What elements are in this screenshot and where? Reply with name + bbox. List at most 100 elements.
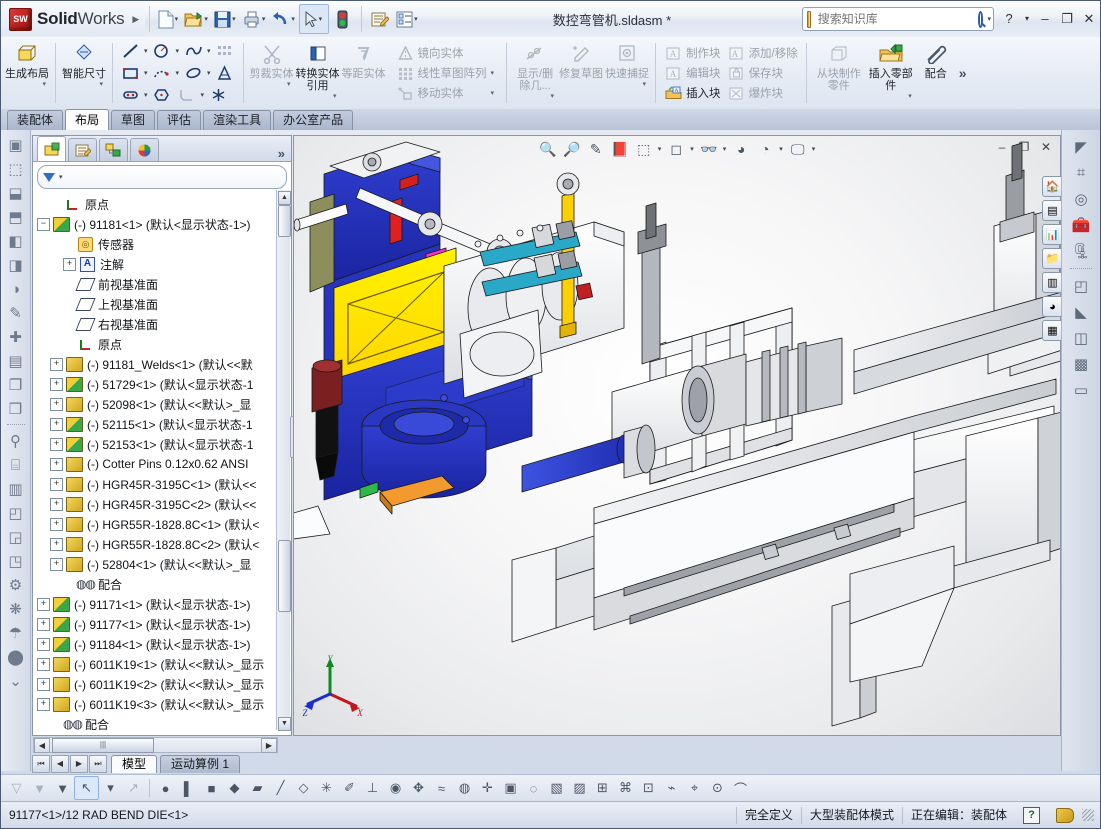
tab-layout[interactable]: 布局	[65, 109, 110, 130]
filter-midpoints-icon[interactable]: ◍	[453, 777, 476, 799]
quick-snaps-dropdown-icon[interactable]: ▾	[639, 80, 651, 88]
tree-node[interactable]: ◍◍ 配合	[33, 574, 278, 594]
filter-notes-icon[interactable]: ▣	[499, 777, 522, 799]
tree-node[interactable]: + (-) HGR45R-3195C<1> (默认<<	[33, 474, 278, 494]
nav-previous-button[interactable]: ◀	[51, 755, 69, 773]
graphics-viewport[interactable]: 🔍 🔎 ✎ 📕 ⬚ ▾ ◻ ▾ 👓 ▾ ◕ ◔ ▾ 🖵 ▾ – ❐ ✕ Y X …	[293, 135, 1061, 736]
insert-components-button[interactable]: 插入零部件 ▾	[866, 39, 916, 108]
trim-entities-button[interactable]: 剪裁实体 ▾	[249, 39, 295, 108]
arc-tool-button[interactable]	[150, 63, 175, 83]
fillet-tool-button[interactable]	[175, 85, 200, 105]
expand-node-icon[interactable]: +	[37, 657, 50, 671]
repair-sketch-button[interactable]: 修复草图	[558, 39, 604, 108]
filter-route-points-icon[interactable]: ⌁	[660, 777, 683, 799]
select-other-icon[interactable]: ↗	[122, 777, 145, 799]
filter-caret-icon[interactable]: ▾	[59, 173, 65, 181]
paste-icon[interactable]: ❒	[4, 397, 28, 421]
expand-node-icon[interactable]: +	[37, 597, 50, 611]
undo-button[interactable]: ▾	[269, 5, 299, 33]
expand-node-icon[interactable]: +	[63, 257, 76, 271]
move-entities-button[interactable]: 移动实体 ▾	[393, 83, 502, 103]
filter-weld-symbols-icon[interactable]: ⌒	[729, 777, 752, 799]
rebuild-button[interactable]	[329, 5, 357, 33]
restore-button[interactable]: ❐	[1056, 9, 1078, 29]
polygon-tool-button[interactable]	[150, 85, 175, 105]
smart-fastener-icon[interactable]: ⌸	[4, 453, 28, 477]
expand-node-icon[interactable]: +	[50, 557, 63, 571]
edit-block-button[interactable]: A 编辑块	[661, 63, 724, 83]
hole-series-icon[interactable]: ⌗	[1068, 160, 1094, 185]
select-pointer-icon[interactable]: ↖	[74, 776, 99, 800]
tab-motion-study[interactable]: 运动算例 1	[160, 755, 241, 773]
tree-node[interactable]: + (-) 91171<1> (默认<显示状态-1>)	[33, 594, 278, 614]
linear-pattern-dropdown-icon[interactable]: ▾	[487, 69, 499, 77]
expand-node-icon[interactable]: +	[37, 637, 50, 651]
offset-entities-button[interactable]: 等距实体	[341, 39, 387, 108]
tree-node[interactable]: + A 注解	[33, 254, 278, 274]
tree-node[interactable]: + (-) HGR55R-1828.8C<2> (默认<	[33, 534, 278, 554]
solidworks-logo[interactable]: SW SolidWorks ▶	[1, 2, 146, 36]
mirror-entities-button[interactable]: 镜向实体	[393, 43, 502, 63]
filter-dimensions-icon[interactable]: ⊥	[361, 777, 384, 799]
bearing-icon[interactable]: ◎	[1068, 186, 1094, 211]
tab-evaluate[interactable]: 评估	[157, 110, 202, 130]
select-dropdown-caret[interactable]: ▾	[99, 777, 122, 799]
feature-tree-filter[interactable]: ▾	[37, 165, 287, 189]
custom-props-icon[interactable]: ▦	[1042, 320, 1063, 341]
expand-node-icon[interactable]: +	[50, 457, 63, 471]
mold-icon[interactable]: ◲	[4, 525, 28, 549]
tree-node[interactable]: − (-) 91181<1> (默认<显示状态-1>)	[33, 214, 278, 234]
filter-connection-points-icon[interactable]: ⌖	[683, 777, 706, 799]
customize-button[interactable]: ▾	[394, 5, 422, 33]
search-caret-icon[interactable]: ▾	[987, 15, 993, 23]
display-delete-relations-button[interactable]: 显示/删除几... ▾	[512, 39, 558, 108]
relations-dropdown-icon[interactable]: ▾	[547, 92, 559, 100]
tab-sketch[interactable]: 草图	[111, 110, 156, 130]
open-document-button[interactable]: ▾	[182, 5, 212, 33]
hscroll-left-icon[interactable]: ◀	[34, 737, 50, 753]
home-icon[interactable]: 🏠	[1042, 176, 1063, 197]
tab-office-products[interactable]: 办公室产品	[273, 110, 354, 130]
surface-icon[interactable]: ◳	[4, 549, 28, 573]
section-view-icon[interactable]: ◑	[4, 277, 28, 301]
expand-node-icon[interactable]: +	[50, 417, 63, 431]
tree-node[interactable]: ◎ 传感器	[33, 234, 278, 254]
save-block-button[interactable]: 保存块	[724, 63, 801, 83]
trim-dropdown-icon[interactable]: ▾	[283, 80, 295, 88]
save-document-caret-icon[interactable]: ▾	[232, 15, 238, 23]
filter-symbols-icon[interactable]: ⊙	[706, 777, 729, 799]
explode-block-button[interactable]: 爆炸块	[724, 83, 801, 103]
filter-vertices-icon[interactable]: ●	[154, 777, 177, 799]
copy-icon[interactable]: ❐	[4, 373, 28, 397]
folder-icon[interactable]: 📁	[1042, 248, 1063, 269]
new-document-button[interactable]: ▾	[154, 5, 182, 33]
isometric-view-icon[interactable]: ⬚	[4, 157, 28, 181]
filter-surface-bodies-icon[interactable]: ◆	[223, 777, 246, 799]
search-input[interactable]	[814, 11, 975, 27]
tree-node[interactable]: + (-) 6011K19<1> (默认<<默认>_显示	[33, 654, 278, 674]
help-caret-icon[interactable]: ▾	[1020, 9, 1034, 29]
appearance-sphere-icon[interactable]: ◕	[1042, 296, 1063, 317]
options-button[interactable]	[366, 5, 394, 33]
nav-next-button[interactable]: ▶	[70, 755, 88, 773]
minimize-button[interactable]: –	[1034, 9, 1056, 29]
filter-axes-icon[interactable]: ╱	[269, 777, 292, 799]
make-part-from-block-button[interactable]: 从块制作零件	[812, 39, 866, 108]
convert-dropdown-icon[interactable]: ▾	[329, 92, 341, 100]
sketch-pattern-button[interactable]	[213, 41, 238, 61]
trimetric-view-icon[interactable]: ⬓	[4, 181, 28, 205]
tree-node[interactable]: + (-) 91177<1> (默认<显示状态-1>)	[33, 614, 278, 634]
nav-first-button[interactable]: ⏮	[32, 755, 50, 773]
new-document-caret-icon[interactable]: ▾	[175, 15, 181, 23]
tree-node[interactable]: 前视基准面	[33, 274, 278, 294]
generate-layout-button[interactable]: 生成布局 ▾	[4, 39, 50, 108]
cad-model-render[interactable]	[294, 136, 1061, 736]
tree-node[interactable]: + (-) 91181_Welds<1> (默认<<默	[33, 354, 278, 374]
flatten-icon[interactable]: ▭	[1068, 377, 1094, 402]
linear-sketch-pattern-button[interactable]: 线性草图阵列 ▾	[393, 63, 502, 83]
tree-node[interactable]: 右视基准面	[33, 314, 278, 334]
select-tool-button[interactable]: ▾	[298, 4, 329, 34]
tree-node[interactable]: + (-) Cotter Pins 0.12x0.62 ANSI	[33, 454, 278, 474]
line-tool-button[interactable]	[118, 41, 143, 61]
filter-sketch-points-icon[interactable]: ✳	[315, 777, 338, 799]
